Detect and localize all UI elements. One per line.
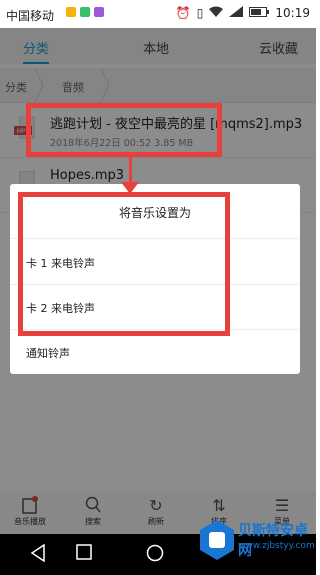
watermark: 贝斯特安卓网 www.zjbstyy.com <box>200 518 315 570</box>
carrier-name: 中国移动 <box>6 9 55 23</box>
app-notification-icon <box>66 7 76 17</box>
app-notification-icon <box>80 7 90 17</box>
option-notification-ringtone[interactable]: 通知铃声 <box>26 345 70 361</box>
back-icon[interactable] <box>30 544 46 562</box>
screen: 中国移动 ⏰ ▯ 10:19 分类 本地 云收藏 分类 音频 MP3 逃跑计划 … <box>0 0 316 575</box>
app-notification-icon <box>94 7 104 17</box>
annotation-highlight-file <box>26 103 222 157</box>
annotation-highlight-options <box>18 192 230 336</box>
vibrate-icon: ▯ <box>196 6 204 20</box>
watermark-title: 贝斯特安卓网 <box>238 523 308 559</box>
home-icon[interactable] <box>146 544 164 562</box>
wifi-icon <box>209 6 224 20</box>
watermark-url: www.zjbstyy.com <box>238 541 315 551</box>
notification-icons <box>66 7 104 17</box>
recents-icon[interactable] <box>76 544 92 560</box>
status-icons: ⏰ ▯ 10:19 <box>176 6 310 20</box>
watermark-logo-icon <box>200 520 234 560</box>
status-bar: 中国移动 ⏰ ▯ 10:19 <box>0 0 316 28</box>
signal-icon <box>229 6 244 20</box>
battery-icon <box>249 6 270 20</box>
clock: 10:19 <box>275 6 310 20</box>
alarm-icon: ⏰ <box>175 6 191 20</box>
